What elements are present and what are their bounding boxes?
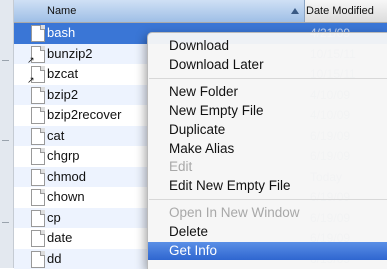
menu-item-new-folder[interactable]: New Folder xyxy=(148,83,387,101)
menu-item-label: Duplicate xyxy=(169,121,225,139)
file-icon xyxy=(31,189,45,206)
file-icon xyxy=(31,230,45,247)
menu-item-download[interactable]: Download xyxy=(148,37,387,55)
file-icon xyxy=(31,251,45,268)
file-name: chgrp xyxy=(47,149,80,163)
menu-item-label: New Folder xyxy=(169,83,238,101)
menu-separator xyxy=(149,78,387,79)
menu-item-label: Get Info xyxy=(169,242,217,260)
menu-item-open-in-new-window: Open In New Window xyxy=(148,204,387,222)
sidebar-marker xyxy=(2,60,9,61)
menu-item-new-empty-file[interactable]: New Empty File xyxy=(148,102,387,120)
file-icon xyxy=(31,25,45,42)
menu-item-get-info[interactable]: Get Info xyxy=(148,242,387,260)
menu-item-label: Open In New Window xyxy=(169,204,300,222)
file-name: chown xyxy=(47,190,85,204)
file-name: cat xyxy=(47,129,64,143)
menu-item-label: Download Later xyxy=(169,56,264,74)
menu-item-duplicate[interactable]: Duplicate xyxy=(148,121,387,139)
menu-item-make-alias[interactable]: Make Alias xyxy=(148,140,387,158)
file-name: cp xyxy=(47,211,61,225)
file-name: bash xyxy=(47,26,75,40)
menu-separator xyxy=(149,199,387,200)
file-name: bzcat xyxy=(47,67,78,81)
context-menu: DownloadDownload Later New FolderNew Empt… xyxy=(147,32,387,269)
menu-item-label: New Empty File xyxy=(169,102,264,120)
menu-item-edit: Edit xyxy=(148,158,387,176)
menu-item-delete[interactable]: Delete xyxy=(148,223,387,241)
sidebar-marker xyxy=(2,140,9,141)
menu-item-label: Edit xyxy=(169,158,192,176)
name-column-label: Name xyxy=(47,0,76,22)
file-icon xyxy=(31,128,45,145)
file-icon xyxy=(31,87,45,104)
menu-item-label: Make Alias xyxy=(169,140,234,158)
date-modified-column-header[interactable]: Date Modified xyxy=(306,0,374,22)
name-column-header[interactable]: Name xyxy=(14,0,305,22)
menu-item-label: Edit New Empty File xyxy=(169,177,291,195)
file-name: date xyxy=(47,231,72,245)
file-name: chmod xyxy=(47,170,86,184)
file-name: bzip2 xyxy=(47,88,78,102)
file-name: bunzip2 xyxy=(47,47,93,61)
sidebar-marker xyxy=(2,222,9,223)
menu-item-edit-new-empty-file[interactable]: Edit New Empty File xyxy=(148,177,387,195)
menu-item-label: Download xyxy=(169,37,229,55)
file-icon xyxy=(31,148,45,165)
file-icon xyxy=(31,107,45,124)
file-name: dd xyxy=(47,252,61,266)
sidebar xyxy=(0,0,14,268)
column-header: Name Date Modified xyxy=(14,0,387,23)
menu-item-label: Delete xyxy=(169,223,208,241)
menu-item-download-later[interactable]: Download Later xyxy=(148,56,387,74)
file-icon xyxy=(31,169,45,186)
file-icon xyxy=(31,210,45,227)
sort-ascending-icon xyxy=(291,8,299,14)
file-name: bzip2recover xyxy=(47,108,121,122)
